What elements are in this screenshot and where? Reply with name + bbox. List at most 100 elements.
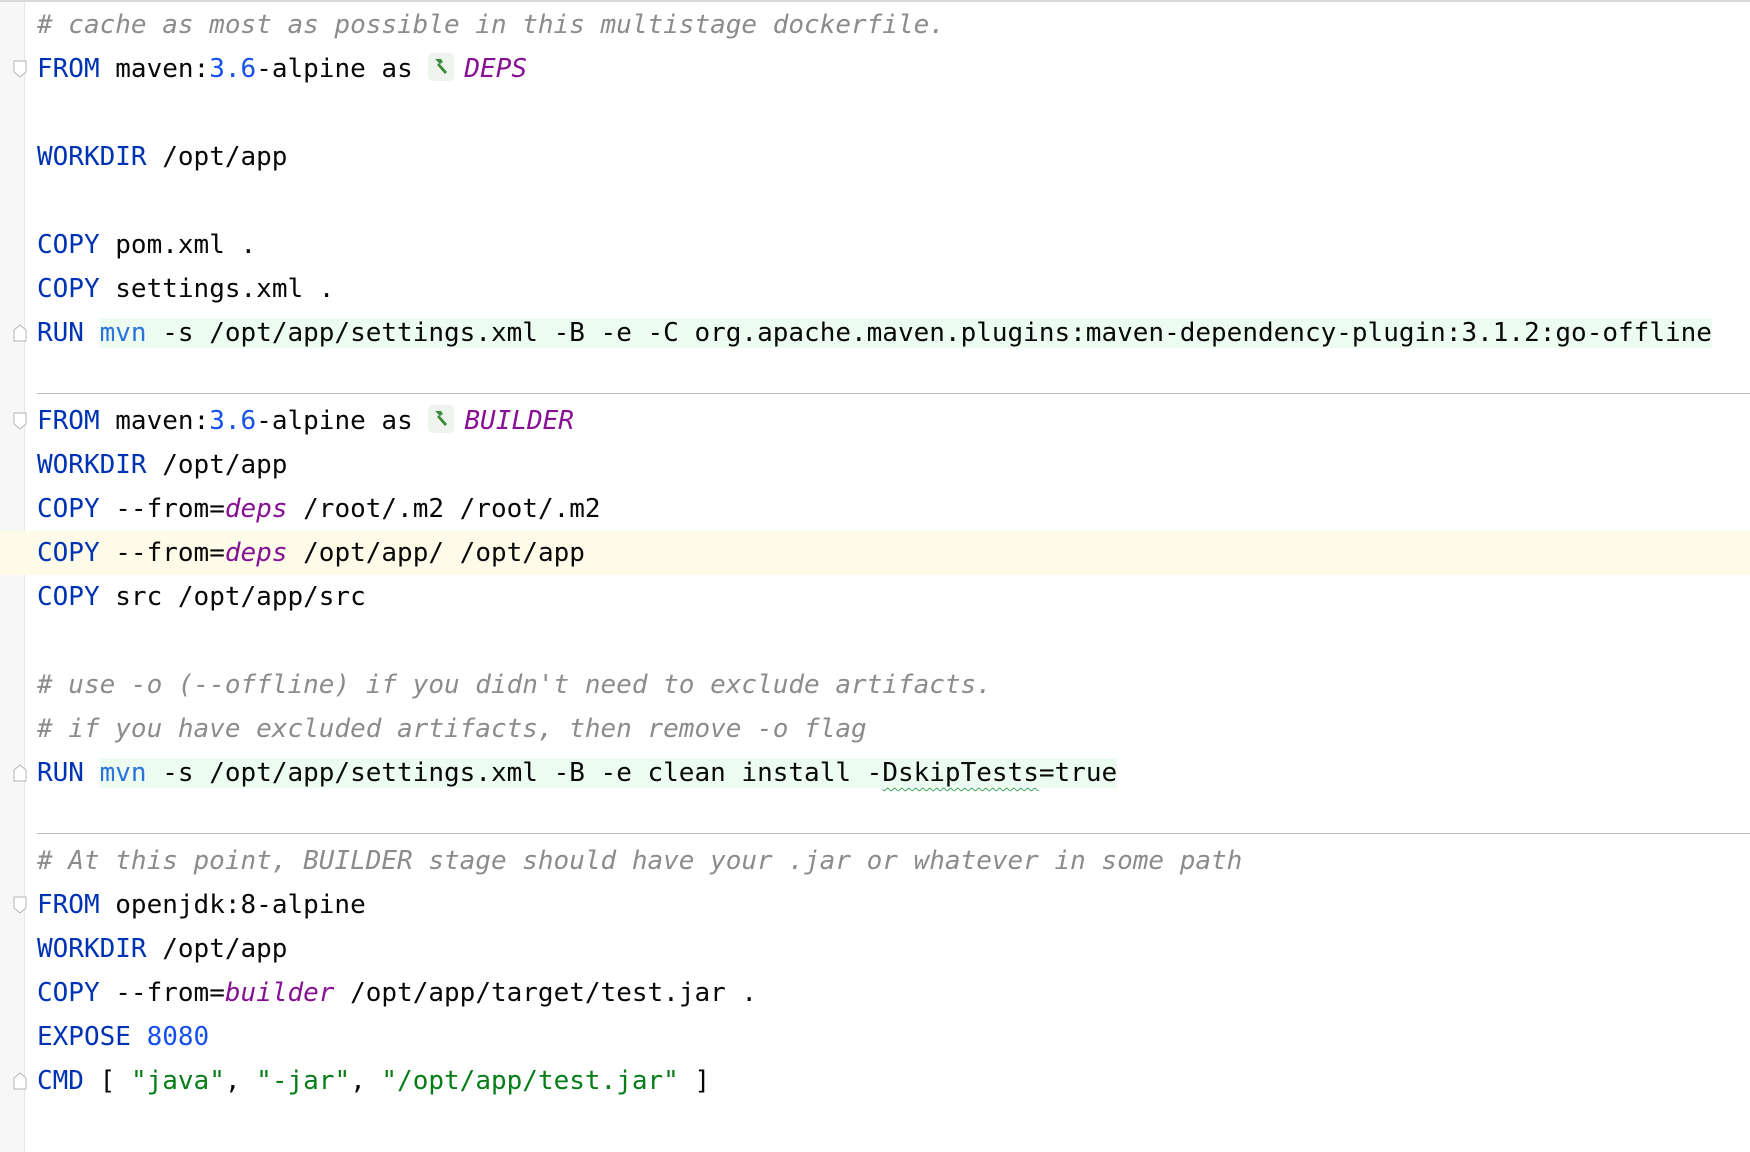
code-line[interactable]	[0, 355, 1750, 399]
fold-marker-icon[interactable]	[13, 324, 27, 342]
code-line[interactable]	[0, 179, 1750, 223]
code-line[interactable]: # cache as most as possible in this mult…	[0, 3, 1750, 47]
image-name: openjdk:8-alpine	[115, 890, 366, 920]
code-line[interactable]: # if you have excluded artifacts, then r…	[0, 707, 1750, 751]
code-line[interactable]	[0, 795, 1750, 839]
code-line[interactable]: WORKDIR /opt/app	[0, 927, 1750, 971]
stage-name: DEPS	[464, 54, 528, 84]
code-line-text: # cache as most as possible in this mult…	[37, 3, 945, 47]
keyword: COPY	[37, 582, 100, 612]
code-line[interactable]: RUN mvn -s /opt/app/settings.xml -B -e c…	[0, 751, 1750, 795]
comment-text: # cache as most as possible in this mult…	[37, 10, 945, 40]
hammer-icon[interactable]	[428, 53, 455, 81]
code-line[interactable]: COPY --from=deps /opt/app/ /opt/app	[0, 531, 1750, 575]
code-token: /opt/app	[162, 450, 288, 480]
stage-reference: deps	[224, 538, 288, 568]
keyword: WORKDIR	[37, 142, 147, 172]
code-line[interactable]: FROM maven:3.6-alpine as BUILDER	[0, 399, 1750, 443]
stage-name: BUILDER	[464, 406, 574, 436]
stage-reference: builder	[224, 978, 335, 1008]
shell-command: mvn	[99, 318, 147, 348]
code-token: :	[193, 406, 210, 436]
code-token: /opt/app/target/test.jar .	[350, 978, 758, 1008]
keyword: COPY	[37, 538, 100, 568]
code-token: [	[99, 1066, 116, 1096]
image-name: maven	[115, 54, 194, 84]
code-token: -s /opt/app/settings.xml -B -e -C org.ap…	[162, 318, 1712, 348]
code-line[interactable]: COPY --from=builder /opt/app/target/test…	[0, 971, 1750, 1015]
code-line-text: RUN mvn -s /opt/app/settings.xml -B -e c…	[37, 751, 1118, 795]
shell-injection: mvn -s /opt/app/settings.xml -B -e clean…	[99, 758, 1118, 788]
code-line[interactable]	[0, 91, 1750, 135]
code-line[interactable]: EXPOSE 8080	[0, 1015, 1750, 1059]
code-line[interactable]: FROM maven:3.6-alpine as DEPS	[0, 47, 1750, 91]
code-line[interactable]: RUN mvn -s /opt/app/settings.xml -B -e -…	[0, 311, 1750, 355]
code-line-text: # use -o (--offline) if you didn't need …	[37, 663, 992, 707]
code-line[interactable]: FROM openjdk:8-alpine	[0, 883, 1750, 927]
code-token: settings.xml .	[115, 274, 335, 304]
keyword: CMD	[37, 1066, 84, 1096]
typo-warning: DskipTests	[882, 758, 1039, 788]
code-token: --from=	[115, 494, 225, 524]
code-line-text: RUN mvn -s /opt/app/settings.xml -B -e -…	[37, 311, 1712, 355]
code-line[interactable]: # At this point, BUILDER stage should ha…	[0, 839, 1750, 883]
code-token: --from=	[115, 978, 225, 1008]
hammer-icon[interactable]	[428, 405, 455, 433]
keyword: WORKDIR	[37, 450, 147, 480]
code-line[interactable]: WORKDIR /opt/app	[0, 135, 1750, 179]
fold-marker-icon[interactable]	[13, 1072, 27, 1090]
code-line-text: COPY --from=deps /opt/app/ /opt/app	[37, 531, 585, 575]
code-line[interactable]: COPY src /opt/app/src	[0, 575, 1750, 619]
code-line[interactable]: COPY pom.xml .	[0, 223, 1750, 267]
code-line-text: COPY src /opt/app/src	[37, 575, 366, 619]
top-border	[0, 0, 1750, 2]
code-line-text: EXPOSE 8080	[37, 1015, 209, 1059]
code-token: src /opt/app/src	[115, 582, 366, 612]
image-version: 3.6	[209, 406, 257, 436]
port-number: 8080	[146, 1022, 210, 1052]
image-version: 3.6	[209, 54, 257, 84]
code-token: /opt/app	[162, 934, 288, 964]
fold-marker-icon[interactable]	[13, 60, 27, 78]
comment-text: # use -o (--offline) if you didn't need …	[37, 670, 992, 700]
code-line-text: COPY --from=deps /root/.m2 /root/.m2	[37, 487, 601, 531]
code-token: -s /opt/app/settings.xml -B -e clean ins…	[162, 758, 883, 788]
keyword: FROM	[37, 406, 100, 436]
stage-reference: deps	[224, 494, 288, 524]
code-line-text: FROM openjdk:8-alpine	[37, 883, 366, 927]
code-line-text: WORKDIR /opt/app	[37, 135, 287, 179]
code-line[interactable]: COPY --from=deps /root/.m2 /root/.m2	[0, 487, 1750, 531]
comment-text: # if you have excluded artifacts, then r…	[37, 714, 867, 744]
code-line[interactable]: # use -o (--offline) if you didn't need …	[0, 663, 1750, 707]
fold-marker-icon[interactable]	[13, 412, 27, 430]
code-line[interactable]: COPY settings.xml .	[0, 267, 1750, 311]
shell-injection: mvn -s /opt/app/settings.xml -B -e -C or…	[99, 318, 1712, 348]
keyword: FROM	[37, 890, 100, 920]
code-token: --from=	[115, 538, 225, 568]
code-line-text: FROM maven:3.6-alpine as BUILDER	[37, 399, 574, 443]
comment-text: # At this point, BUILDER stage should ha…	[37, 846, 1243, 876]
code-line-text: # At this point, BUILDER stage should ha…	[37, 839, 1242, 883]
code-line-text: # if you have excluded artifacts, then r…	[37, 707, 867, 751]
keyword: RUN	[37, 318, 84, 348]
string-literal: "/opt/app/test.jar"	[381, 1066, 679, 1096]
code-token: ]	[694, 1066, 711, 1096]
keyword: WORKDIR	[37, 934, 147, 964]
code-line-text: CMD [ "java", "-jar", "/opt/app/test.jar…	[37, 1066, 711, 1096]
string-literal: "-jar"	[256, 1066, 351, 1096]
fold-marker-icon[interactable]	[13, 764, 27, 782]
fold-marker-icon[interactable]	[13, 896, 27, 914]
code-line-text: COPY settings.xml .	[37, 267, 334, 311]
code-line-text: COPY --from=builder /opt/app/target/test…	[37, 971, 757, 1015]
code-token: /root/.m2 /root/.m2	[303, 494, 601, 524]
code-line[interactable]	[0, 619, 1750, 663]
keyword: COPY	[37, 494, 100, 524]
code-line[interactable]: WORKDIR /opt/app	[0, 443, 1750, 487]
shell-command: mvn	[99, 758, 147, 788]
keyword: EXPOSE	[37, 1022, 131, 1052]
code-line-text: COPY pom.xml .	[37, 223, 256, 267]
keyword: COPY	[37, 230, 100, 260]
code-line[interactable]: CMD [ "java", "-jar", "/opt/app/test.jar…	[0, 1059, 1750, 1103]
keyword: RUN	[37, 758, 84, 788]
keyword: COPY	[37, 978, 100, 1008]
